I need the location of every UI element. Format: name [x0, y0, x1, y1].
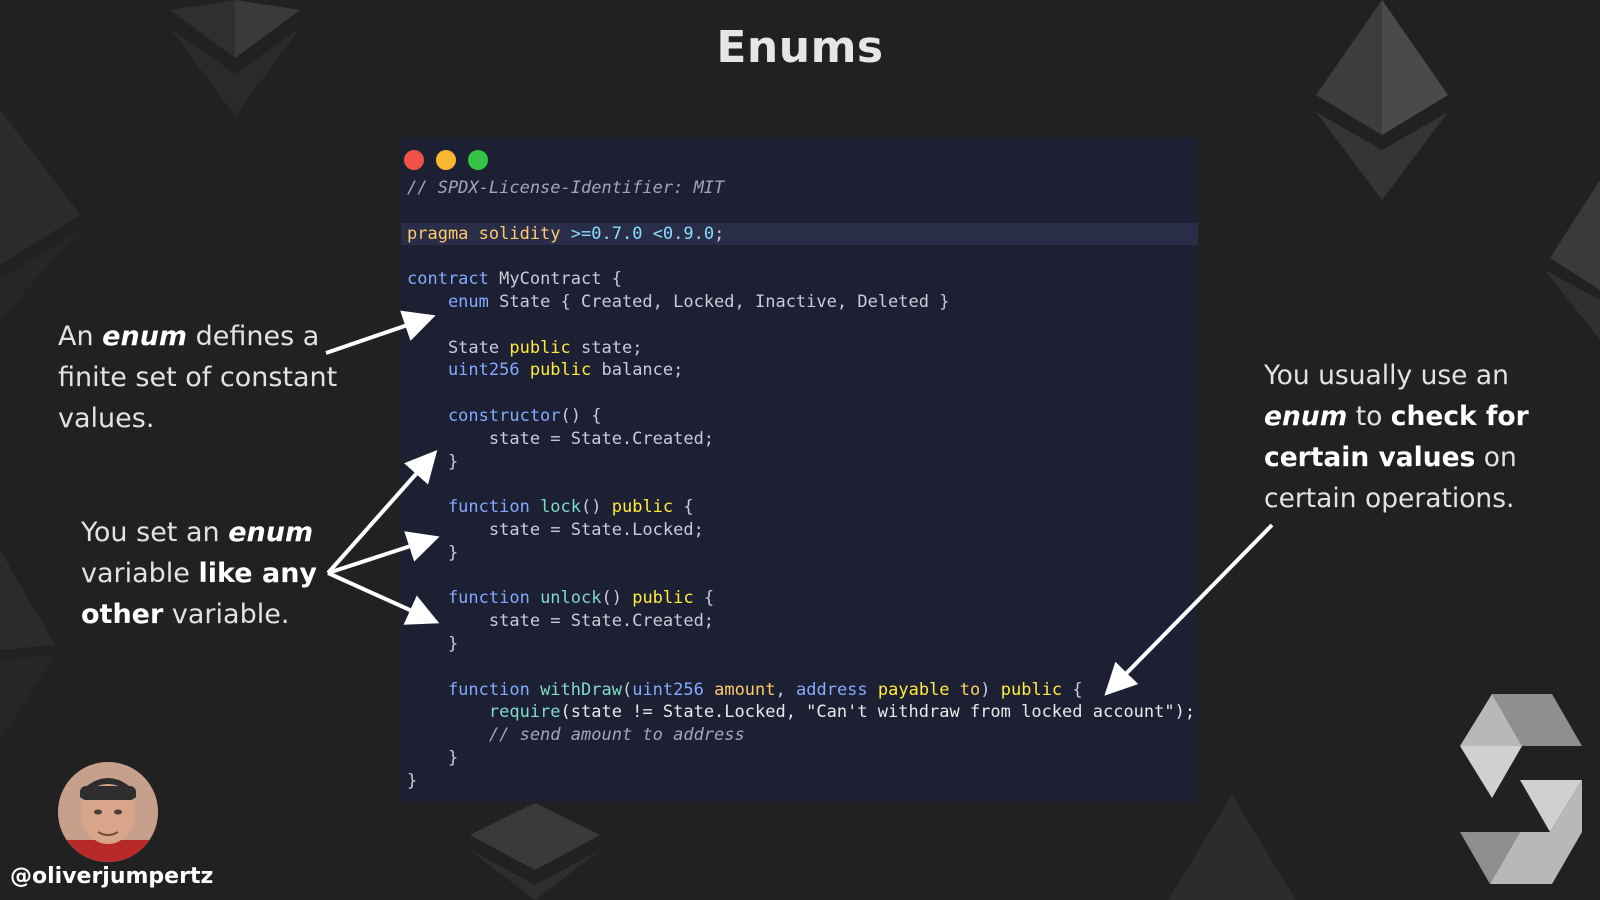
code-line-license: // SPDX-License-Identifier: MIT: [407, 178, 725, 198]
code-line-close-brace: }: [407, 451, 459, 472]
code-line-require: require(state != State.Locked, "Can't wi…: [407, 702, 1196, 723]
code-line-unlock-fn: function unlock() public {: [407, 588, 715, 609]
code-block: // SPDX-License-Identifier: MIT pragma s…: [401, 177, 1198, 793]
minimize-dot-icon[interactable]: [436, 150, 456, 170]
annotation-enum-definition: An enum defines a finite set of constant…: [58, 321, 338, 434]
code-line-send-comment: // send amount to address: [407, 725, 745, 746]
code-window: // SPDX-License-Identifier: MIT pragma s…: [401, 137, 1198, 803]
code-line-enum: enum State { Created, Locked, Inactive, …: [407, 291, 950, 312]
code-line-contract-close: }: [407, 770, 418, 791]
solidity-logo-icon: [1460, 694, 1582, 884]
avatar: [58, 762, 158, 862]
annotation-enum-assignment: You set an enum variable like any other …: [81, 517, 318, 630]
annotation-enum-check: You usually use an enum to check for cer…: [1264, 360, 1529, 514]
code-line-contract: contract MyContract {: [407, 269, 622, 290]
code-line-lock-fn: function lock() public {: [407, 497, 694, 518]
code-line-assign-created-2: state = State.Created;: [407, 611, 715, 632]
author-handle: @oliverjumpertz: [10, 864, 214, 889]
close-dot-icon[interactable]: [404, 150, 424, 170]
code-line-balance-var: uint256 public balance;: [407, 360, 684, 381]
code-line-assign-created: state = State.Created;: [407, 428, 715, 449]
code-line-close-brace: }: [407, 542, 459, 563]
code-line-close-brace: }: [407, 633, 459, 654]
code-line-close-brace: }: [407, 747, 459, 768]
slide-title: Enums: [716, 22, 884, 73]
code-line-pragma: pragma solidity >=0.7.0 <0.9.0;: [401, 222, 1198, 246]
avatar-photo-icon: [58, 762, 158, 862]
code-line-withdraw-fn: function withDraw(uint256 amount, addres…: [407, 679, 1083, 700]
code-line-state-var: State public state;: [407, 337, 643, 358]
code-line-assign-locked: state = State.Locked;: [407, 519, 704, 540]
maximize-dot-icon[interactable]: [468, 150, 488, 170]
code-line-constructor: constructor() {: [407, 405, 602, 426]
